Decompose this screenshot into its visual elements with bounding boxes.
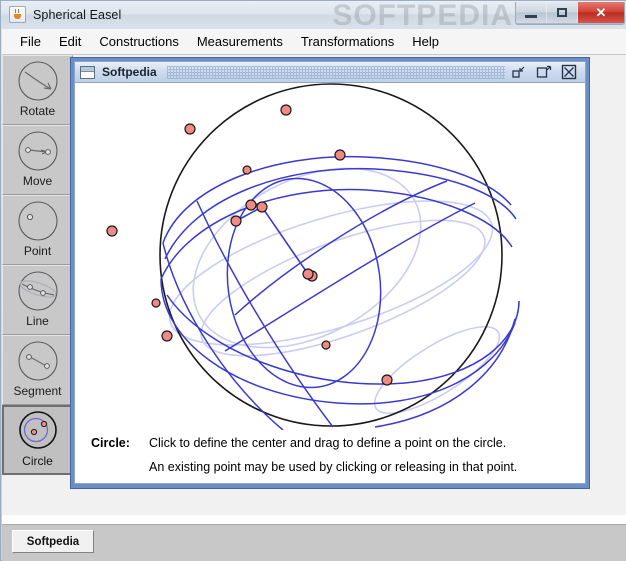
iconify-button[interactable] bbox=[511, 64, 527, 80]
sphere-point[interactable] bbox=[106, 225, 118, 237]
tool-button-move[interactable]: Move bbox=[2, 125, 73, 195]
sphere-point[interactable] bbox=[151, 298, 161, 308]
help-row-primary: Circle: Click to define the center and d… bbox=[75, 436, 585, 460]
sphere-canvas[interactable] bbox=[75, 83, 585, 430]
sphere-point[interactable] bbox=[242, 165, 252, 175]
application-window: SOFTPEDIA Spherical Easel ✕ File Edit Co… bbox=[0, 0, 626, 561]
main-window-frame: SOFTPEDIA Spherical Easel ✕ File Edit Co… bbox=[0, 0, 626, 561]
rotate-sphere-icon bbox=[15, 59, 61, 105]
sphere-point[interactable] bbox=[256, 201, 268, 213]
tool-label-point: Point bbox=[23, 244, 52, 258]
window-icon bbox=[80, 65, 95, 79]
sphere-point[interactable] bbox=[245, 199, 257, 211]
sphere-point[interactable] bbox=[381, 374, 393, 386]
internal-frame: Softpedia Circle: Click to define the ce… bbox=[70, 57, 590, 489]
front-curves bbox=[160, 155, 520, 430]
window-controls: ✕ bbox=[515, 2, 625, 25]
point-icon bbox=[15, 199, 61, 245]
tool-palette: Rotate Move Point Line Segment Circle bbox=[2, 55, 75, 480]
sphere-point[interactable] bbox=[161, 330, 173, 342]
maximize-icon bbox=[557, 8, 567, 17]
menu-item-measurements[interactable]: Measurements bbox=[188, 31, 292, 52]
close-button[interactable] bbox=[561, 64, 577, 80]
menu-item-edit[interactable]: Edit bbox=[50, 31, 90, 52]
tool-button-rotate[interactable]: Rotate bbox=[2, 55, 73, 125]
sphere-point[interactable] bbox=[321, 340, 331, 350]
sphere-point[interactable] bbox=[280, 104, 292, 116]
menu-item-transformations[interactable]: Transformations bbox=[292, 31, 403, 52]
maximize-button[interactable] bbox=[536, 64, 552, 80]
sphere-outline bbox=[159, 83, 503, 427]
line-icon bbox=[15, 269, 61, 315]
sphere-point[interactable] bbox=[334, 149, 346, 161]
window-titlebar[interactable]: SOFTPEDIA Spherical Easel ✕ bbox=[1, 1, 626, 29]
back-curves bbox=[168, 167, 501, 415]
menu-item-constructions[interactable]: Constructions bbox=[90, 31, 187, 52]
titlebar-left: Spherical Easel bbox=[9, 6, 121, 23]
tool-label-move: Move bbox=[22, 174, 53, 188]
sphere-drawing bbox=[106, 83, 520, 430]
internal-frame-controls bbox=[511, 64, 577, 80]
softpedia-watermark: SOFTPEDIA bbox=[332, 1, 513, 29]
sphere-point[interactable] bbox=[184, 123, 196, 135]
tool-label-rotate: Rotate bbox=[19, 104, 56, 118]
help-tool-name: Circle: bbox=[91, 436, 130, 450]
internal-frame-body: Circle: Click to define the center and d… bbox=[74, 83, 586, 484]
java-coffee-cup-icon bbox=[9, 6, 26, 23]
minimize-button[interactable] bbox=[516, 2, 547, 23]
maximize-button[interactable] bbox=[547, 2, 578, 23]
segment-line bbox=[261, 206, 309, 275]
menu-item-help[interactable]: Help bbox=[403, 31, 448, 52]
sphere-point[interactable] bbox=[302, 268, 314, 280]
titlebar-texture bbox=[166, 65, 505, 79]
window-title: Spherical Easel bbox=[33, 7, 122, 22]
move-point-icon bbox=[15, 129, 61, 175]
minimize-icon bbox=[525, 15, 537, 18]
tool-label-segment: Segment bbox=[13, 384, 62, 398]
tool-help-panel: Circle: Click to define the center and d… bbox=[75, 430, 585, 483]
tool-button-line[interactable]: Line bbox=[2, 265, 73, 335]
internal-frame-title: Softpedia bbox=[102, 65, 157, 79]
internal-frame-titlebar[interactable]: Softpedia bbox=[74, 61, 586, 83]
segment-icon bbox=[15, 339, 61, 385]
content-area: SOFTPEDIA Rotate bbox=[2, 55, 626, 515]
tool-button-point[interactable]: Point bbox=[2, 195, 73, 265]
close-icon: ✕ bbox=[595, 4, 607, 20]
help-row-secondary: An existing point may be used by clickin… bbox=[75, 460, 585, 483]
tool-label-line: Line bbox=[26, 314, 49, 328]
tool-button-segment[interactable]: Segment bbox=[2, 335, 73, 405]
taskbar-button-softpedia[interactable]: Softpedia bbox=[12, 530, 94, 553]
menubar: File Edit Constructions Measurements Tra… bbox=[2, 29, 626, 55]
circle-icon bbox=[15, 409, 61, 455]
help-text-line1: Click to define the center and drag to d… bbox=[149, 436, 507, 450]
help-text-line2: An existing point may be used by clickin… bbox=[149, 460, 518, 474]
tool-button-circle[interactable]: Circle bbox=[2, 405, 73, 475]
application-taskbar: Softpedia bbox=[2, 524, 626, 561]
close-button[interactable]: ✕ bbox=[578, 2, 624, 23]
sphere-point[interactable] bbox=[230, 215, 242, 227]
tool-label-circle: Circle bbox=[22, 454, 53, 468]
menu-item-file[interactable]: File bbox=[11, 31, 50, 52]
